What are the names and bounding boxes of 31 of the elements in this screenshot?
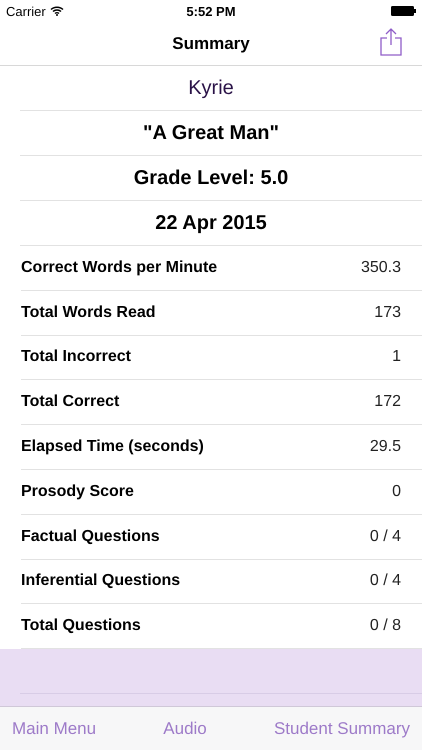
stat-label: Correct Words per Minute: [21, 258, 218, 277]
carrier-label: Carrier: [6, 4, 46, 18]
stat-value: 0 / 4: [370, 572, 401, 590]
battery-icon: [391, 6, 416, 16]
status-time: 5:52 PM: [186, 4, 236, 18]
stat-value: 173: [374, 304, 401, 322]
stat-value: 0 / 4: [370, 528, 401, 546]
date-label: 22 Apr 2015: [155, 212, 267, 234]
stat-label: Total Questions: [21, 617, 141, 636]
nav-title: Summary: [172, 34, 250, 54]
story-title: "A Great Man": [142, 122, 280, 144]
stat-value: 0: [392, 482, 401, 501]
share-icon[interactable]: [380, 28, 402, 56]
toolbar-button[interactable]: Audio: [163, 716, 207, 741]
stat-value: 350.3: [360, 258, 401, 277]
stat-label: Inferential Questions: [21, 572, 180, 590]
student-name: Kyrie: [188, 76, 234, 100]
stat-value: 0 / 8: [370, 617, 401, 636]
wifi-icon: [50, 6, 64, 16]
stat-label: Elapsed Time (seconds): [21, 438, 204, 456]
stat-value: 29.5: [370, 438, 401, 456]
stat-label: Prosody Score: [21, 482, 134, 501]
grade-level: Grade Level: 5.0: [134, 166, 288, 190]
stat-value: 172: [374, 393, 401, 412]
stat-label: Total Incorrect: [21, 348, 131, 366]
stat-label: Total Words Read: [21, 304, 156, 322]
stat-label: Factual Questions: [21, 528, 160, 546]
toolbar-button[interactable]: Main Menu: [12, 716, 96, 741]
stat-value: 1: [392, 348, 401, 366]
toolbar-button[interactable]: Student Summary: [274, 716, 410, 741]
stat-label: Total Correct: [21, 393, 120, 412]
